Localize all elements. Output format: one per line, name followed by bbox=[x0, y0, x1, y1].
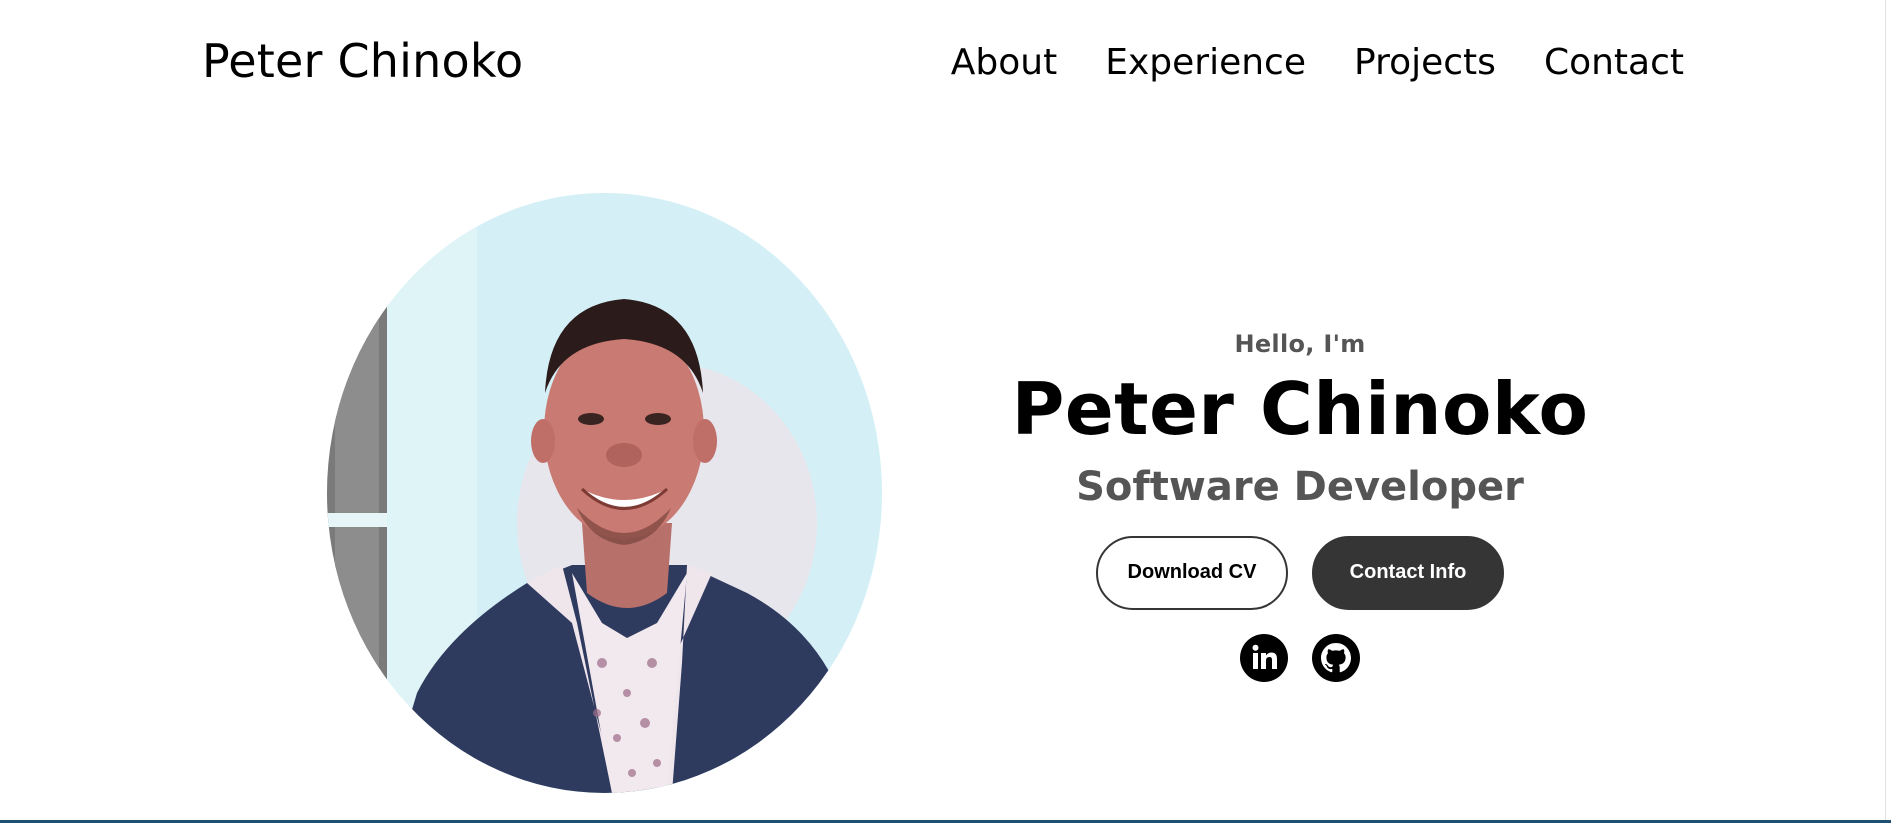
hero-greeting: Hello, I'm bbox=[1234, 330, 1366, 358]
brand-logo-text[interactable]: Peter Chinoko bbox=[202, 34, 523, 88]
hero-name: Peter Chinoko bbox=[1011, 367, 1589, 451]
linkedin-icon[interactable] bbox=[1240, 633, 1288, 682]
nav-link-experience[interactable]: Experience bbox=[1105, 42, 1306, 83]
hero-role: Software Developer bbox=[1076, 463, 1524, 510]
hero-buttons: Download CV Contact Info bbox=[1000, 535, 1600, 610]
download-cv-button[interactable]: Download CV bbox=[1096, 535, 1288, 610]
linkedin-icon-svg bbox=[1240, 633, 1288, 682]
page: Peter Chinoko About Experience Projects … bbox=[0, 0, 1891, 823]
social-links bbox=[1000, 633, 1600, 682]
profile-photo-illustration bbox=[327, 193, 877, 793]
hero-section: Hello, I'm Peter Chinoko Software Develo… bbox=[1000, 330, 1600, 682]
contact-info-button[interactable]: Contact Info bbox=[1312, 535, 1504, 610]
nav-link-projects[interactable]: Projects bbox=[1354, 42, 1496, 83]
github-icon[interactable] bbox=[1312, 633, 1360, 682]
nav-item-contact: Contact bbox=[1544, 42, 1684, 83]
scrollbar-edge bbox=[1885, 0, 1886, 823]
nav-link-about[interactable]: About bbox=[951, 42, 1057, 83]
nav-list: About Experience Projects Contact bbox=[951, 42, 1684, 83]
github-icon-svg bbox=[1312, 633, 1360, 682]
nav-item-projects: Projects bbox=[1354, 42, 1496, 83]
nav-link-contact[interactable]: Contact bbox=[1544, 42, 1684, 83]
nav-item-about: About bbox=[951, 42, 1057, 83]
nav-item-experience: Experience bbox=[1105, 42, 1306, 83]
profile-photo bbox=[327, 193, 882, 793]
